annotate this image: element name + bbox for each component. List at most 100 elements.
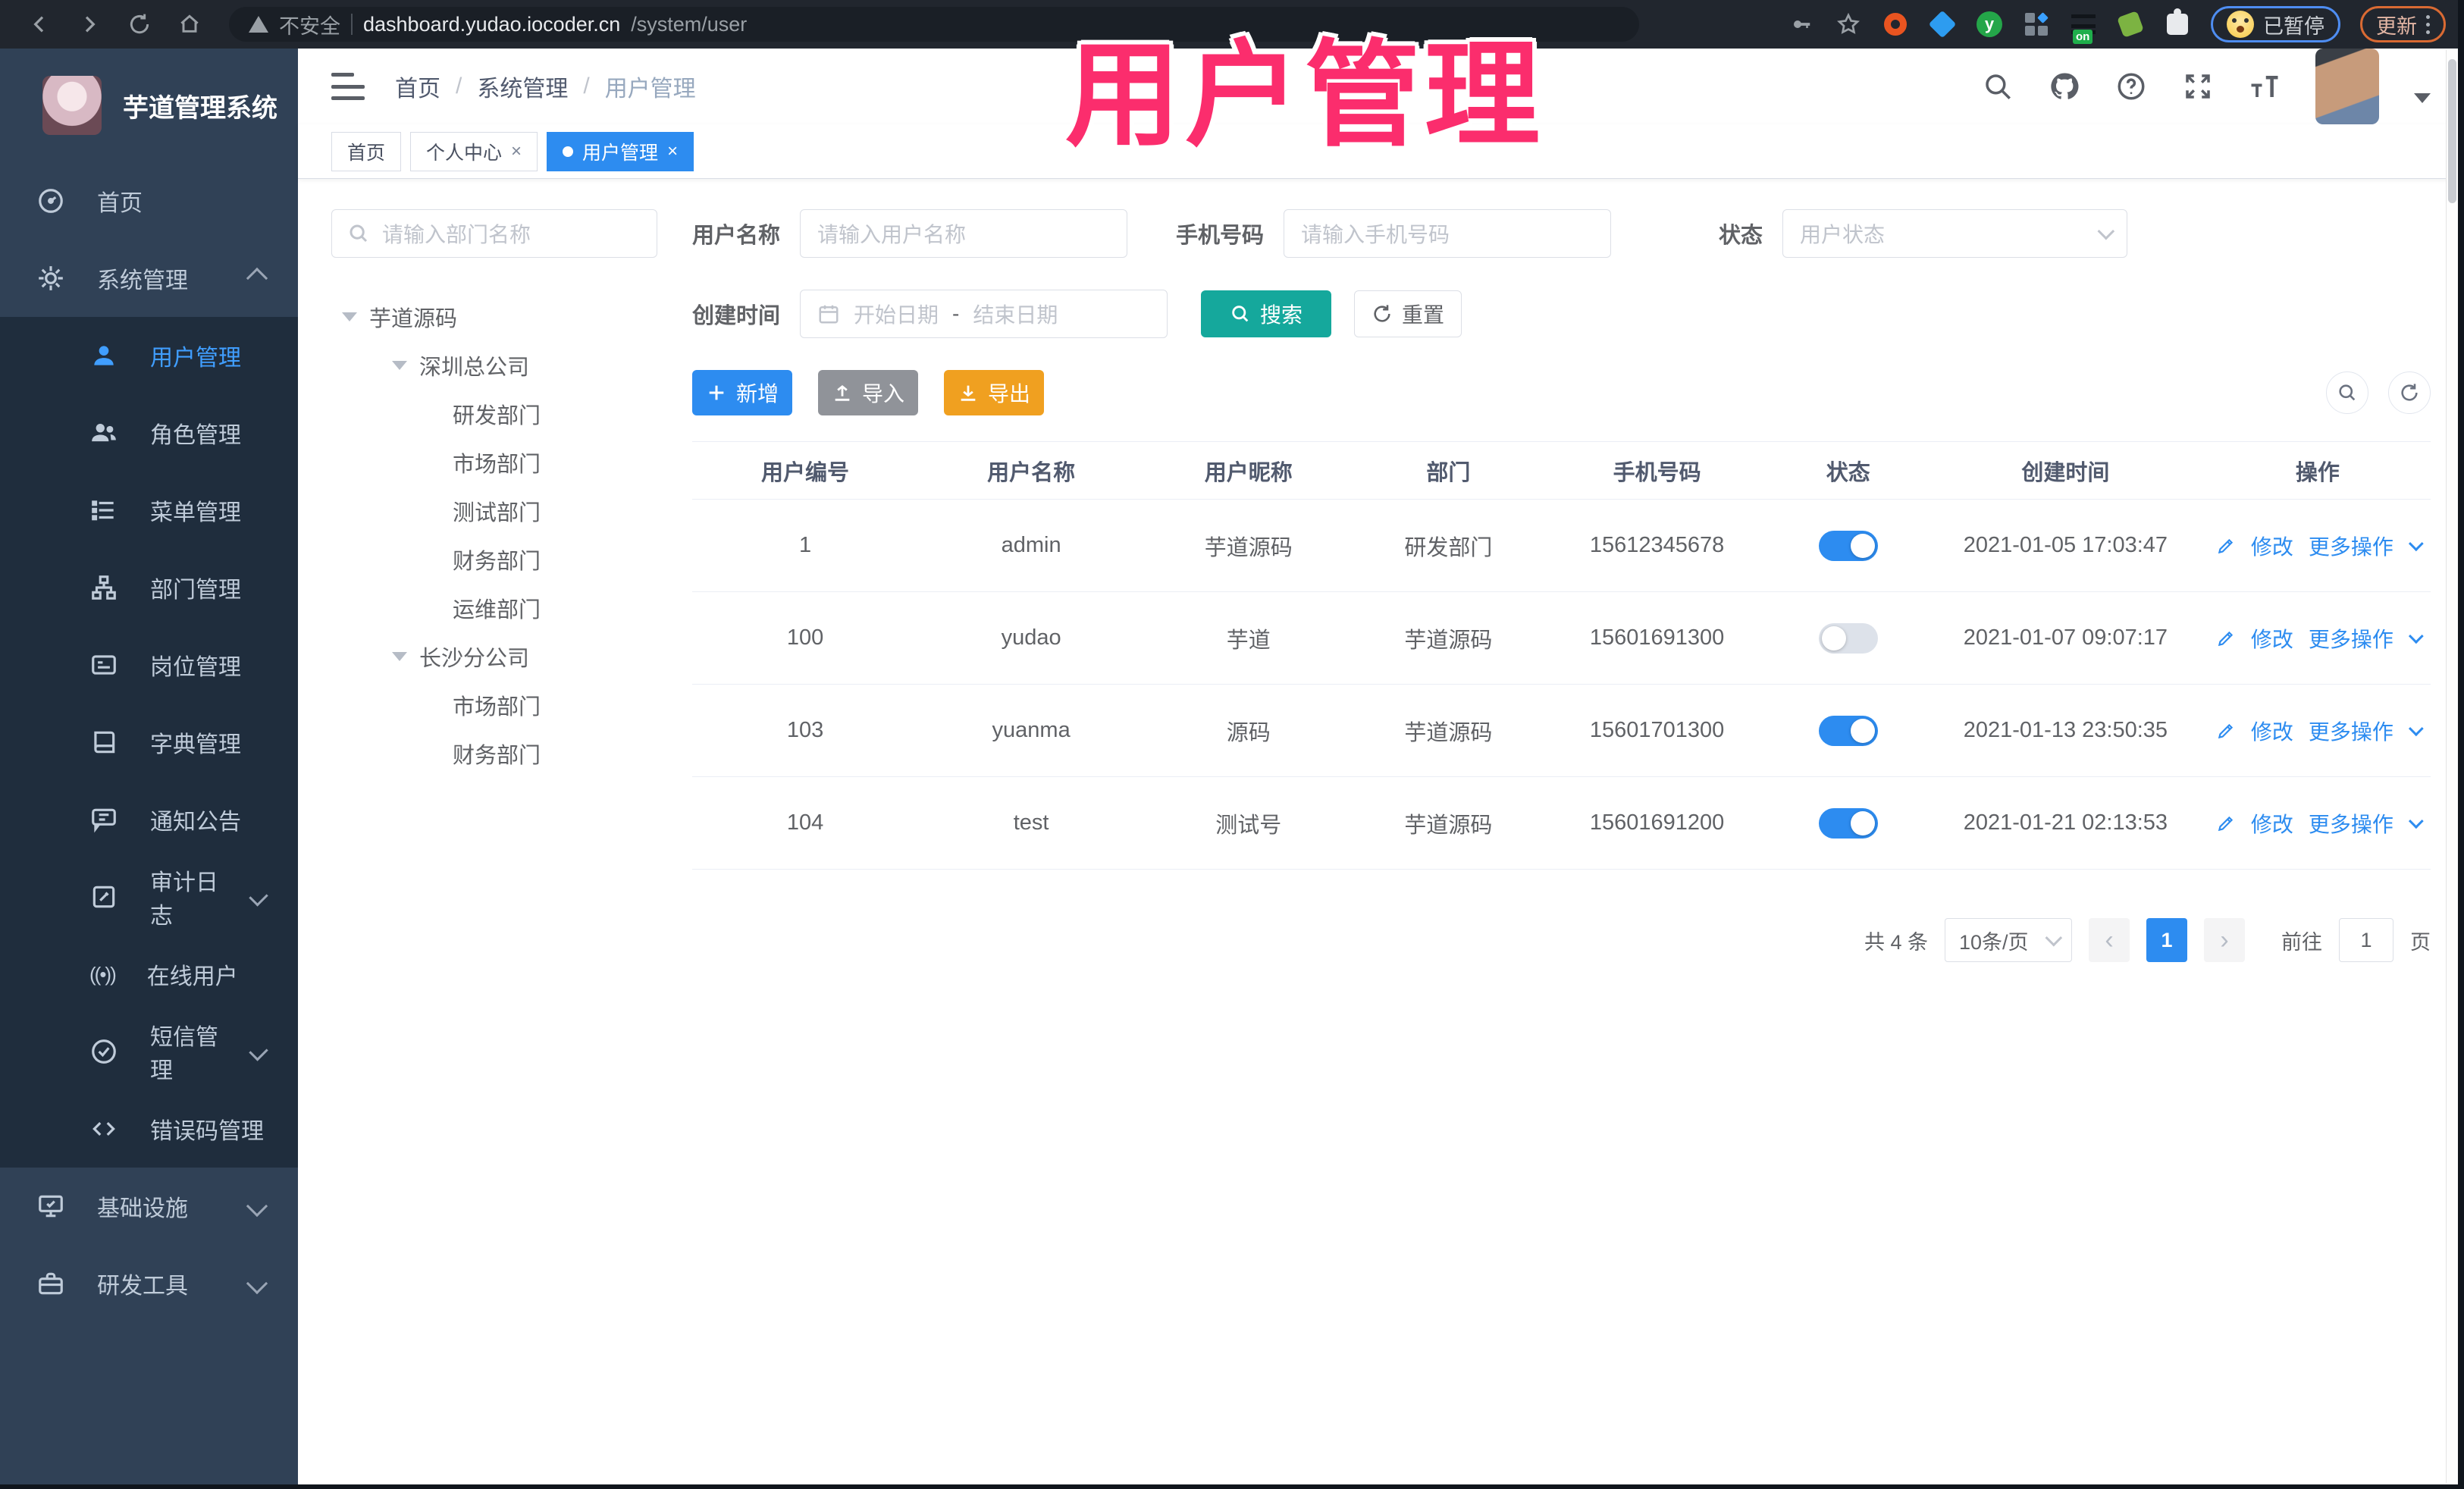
prev-page-button[interactable]: ‹ [2089, 918, 2130, 962]
edit-link[interactable]: 修改 [2251, 716, 2293, 746]
logo[interactable]: 芋道管理系统 [0, 49, 298, 162]
export-button[interactable]: 导出 [944, 370, 1044, 415]
username-input[interactable]: 请输入用户名称 [800, 209, 1128, 258]
sidebar-item-notice[interactable]: 通知公告 [0, 781, 298, 858]
calendar-icon [819, 305, 839, 324]
status-select[interactable]: 用户状态 [1782, 209, 2128, 258]
page-size-select[interactable]: 10条/页 [1945, 918, 2072, 962]
add-button[interactable]: 新增 [692, 370, 792, 415]
tree-caret-icon[interactable] [342, 312, 357, 321]
tree-node[interactable]: 财务部门 [331, 535, 657, 584]
back-icon[interactable] [18, 6, 61, 42]
font-size-icon[interactable] [2249, 71, 2281, 102]
mobile-input[interactable]: 请输入手机号码 [1284, 209, 1612, 258]
tree-node[interactable]: 芋道源码 [331, 293, 657, 341]
tab-profile[interactable]: 个人中心 × [410, 131, 538, 171]
tree-node[interactable]: 测试部门 [331, 487, 657, 535]
extension-switch-on-icon[interactable]: on [2070, 11, 2097, 44]
status-toggle[interactable] [1818, 530, 1878, 561]
fullscreen-icon[interactable] [2182, 71, 2214, 102]
tree-node[interactable]: 运维部门 [331, 584, 657, 632]
sidebar-item-post-mgmt[interactable]: 岗位管理 [0, 626, 298, 704]
more-actions-link[interactable]: 更多操作 [2309, 716, 2393, 746]
sidebar-item-errcode-mgmt[interactable]: 错误码管理 [0, 1090, 298, 1168]
extension-ubuntu-icon[interactable] [1882, 11, 1909, 38]
chevron-down-icon [246, 1195, 268, 1218]
goto-page-input[interactable]: 1 [2339, 918, 2393, 962]
extension-y-icon[interactable]: y [1976, 11, 2003, 38]
sidebar-item-role-mgmt[interactable]: 角色管理 [0, 394, 298, 472]
sidebar-item-dept-mgmt[interactable]: 部门管理 [0, 549, 298, 626]
close-icon[interactable]: × [667, 141, 678, 162]
refresh-icon [2401, 384, 2418, 401]
current-page[interactable]: 1 [2146, 918, 2187, 962]
sidebar-item-online-users[interactable]: ((•)) 在线用户 [0, 936, 298, 1013]
extension-gem-icon[interactable] [1928, 10, 1957, 39]
help-icon[interactable] [2115, 71, 2147, 102]
sidebar-item-system[interactable]: 系统管理 [0, 240, 298, 317]
tree-node[interactable]: 研发部门 [331, 390, 657, 438]
more-actions-link[interactable]: 更多操作 [2309, 623, 2393, 654]
tree-caret-icon[interactable] [392, 652, 407, 661]
not-secure-icon [249, 16, 268, 33]
extension-puzzle-icon[interactable] [2164, 8, 2191, 38]
page-scrollbar[interactable] [2446, 50, 2458, 1483]
tree-node[interactable]: 市场部门 [331, 438, 657, 487]
sidebar-item-menu-mgmt[interactable]: 菜单管理 [0, 472, 298, 549]
status-toggle[interactable] [1818, 622, 1878, 654]
status-toggle[interactable] [1818, 807, 1878, 839]
tree-caret-icon[interactable] [392, 361, 407, 370]
breadcrumb-current: 用户管理 [604, 77, 696, 102]
forward-icon[interactable] [68, 6, 111, 42]
toggle-search-button[interactable] [2326, 371, 2368, 414]
reset-button[interactable]: 重置 [1354, 290, 1462, 337]
tree-node[interactable]: 深圳总公司 [331, 341, 657, 390]
refresh-table-button[interactable] [2388, 371, 2431, 414]
sidebar-item-audit-log[interactable]: 审计日志 [0, 858, 298, 936]
breadcrumb-section[interactable]: 系统管理 [477, 70, 568, 103]
edit-link[interactable]: 修改 [2251, 531, 2293, 561]
reload-icon[interactable] [118, 6, 161, 42]
import-button[interactable]: 导入 [818, 370, 918, 415]
sidebar-item-user-mgmt[interactable]: 用户管理 [0, 317, 298, 394]
close-icon[interactable]: × [511, 141, 522, 162]
scrollbar-thumb[interactable] [2448, 59, 2456, 203]
date-range-input[interactable]: 开始日期 - 结束日期 [800, 290, 1168, 338]
search-button[interactable]: 搜索 [1201, 290, 1332, 337]
extension-grid-icon[interactable] [2023, 11, 2050, 38]
profile-paused-badge[interactable]: 已暂停 [2211, 6, 2340, 42]
tab-home[interactable]: 首页 [331, 131, 402, 171]
bookmark-star-icon[interactable] [1835, 11, 1862, 38]
next-page-button[interactable]: › [2204, 918, 2245, 962]
sidebar-item-dict-mgmt[interactable]: 字典管理 [0, 704, 298, 781]
sidebar-item-home[interactable]: 首页 [0, 162, 298, 240]
status-toggle[interactable] [1818, 715, 1878, 746]
home-icon[interactable] [168, 6, 211, 42]
dept-search-input[interactable]: 请输入部门名称 [331, 209, 657, 258]
book-icon [94, 731, 115, 754]
update-chip[interactable]: 更新 [2360, 6, 2446, 42]
url-host: dashboard.yudao.iocoder.cn [363, 12, 621, 36]
key-icon[interactable] [1788, 11, 1815, 38]
more-actions-link[interactable]: 更多操作 [2309, 531, 2393, 561]
sidebar-item-dev-tools[interactable]: 研发工具 [0, 1245, 298, 1322]
briefcase-icon [39, 1272, 63, 1295]
sidebar-item-infrastructure[interactable]: 基础设施 [0, 1168, 298, 1245]
browser-menu-icon[interactable] [2426, 14, 2430, 34]
search-icon[interactable] [1982, 71, 2014, 102]
more-actions-link[interactable]: 更多操作 [2309, 808, 2393, 839]
tree-node[interactable]: 财务部门 [331, 729, 657, 778]
edit-link[interactable]: 修改 [2251, 623, 2293, 654]
github-icon[interactable] [2049, 71, 2080, 102]
extension-green-key-icon[interactable] [2117, 11, 2144, 38]
breadcrumb-home[interactable]: 首页 [395, 70, 440, 103]
total-count: 共 4 条 [1864, 930, 1928, 954]
sidebar-toggle-icon[interactable] [331, 73, 365, 100]
sidebar-item-sms-mgmt[interactable]: 短信管理 [0, 1013, 298, 1090]
tab-user-mgmt[interactable]: 用户管理 × [547, 131, 694, 171]
avatar-caret-icon[interactable] [2414, 92, 2431, 103]
edit-link[interactable]: 修改 [2251, 808, 2293, 839]
user-avatar[interactable] [2315, 49, 2379, 124]
tree-node[interactable]: 长沙分公司 [331, 632, 657, 681]
tree-node[interactable]: 市场部门 [331, 681, 657, 729]
